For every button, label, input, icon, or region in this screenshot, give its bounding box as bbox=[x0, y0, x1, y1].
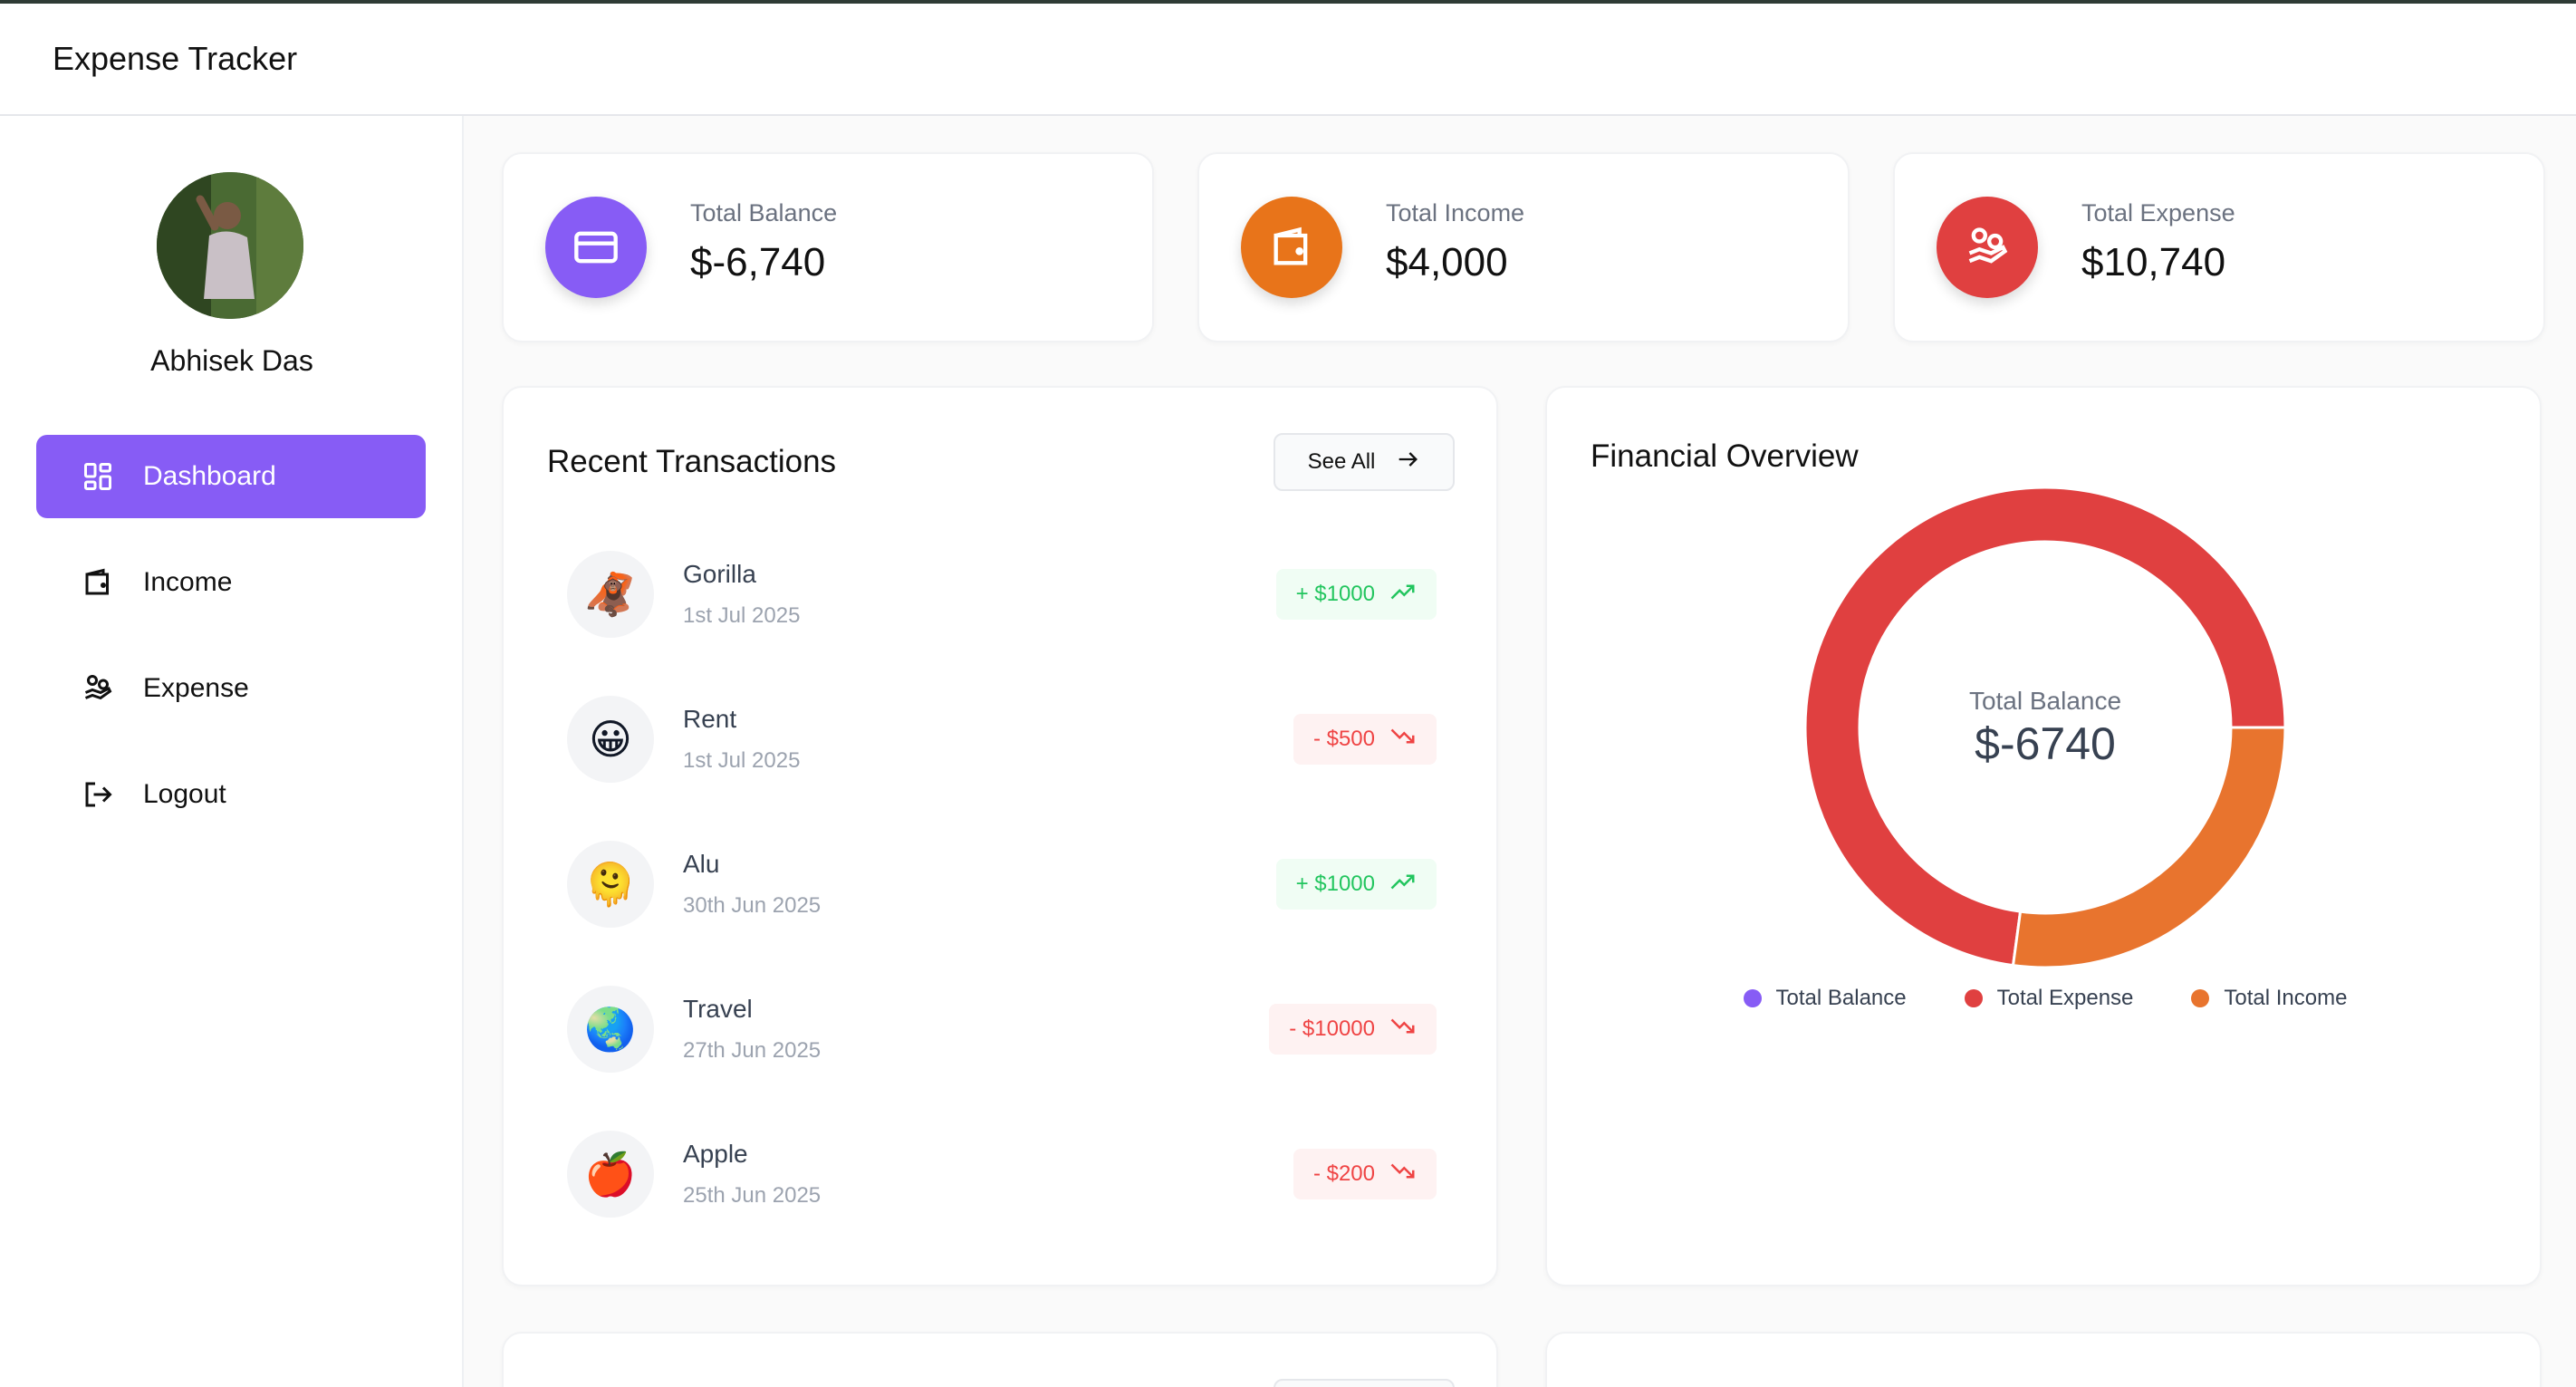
legend-label: Total Income bbox=[2224, 986, 2348, 1010]
stat-value: $-6,740 bbox=[690, 240, 826, 284]
stat-label: Total Balance bbox=[690, 199, 838, 226]
transaction-date: 30th Jun 2025 bbox=[683, 893, 822, 918]
transaction-amount: + $1000 bbox=[1275, 859, 1437, 910]
trending-down-icon bbox=[1389, 1013, 1417, 1046]
financial-overview-card: Financial Overview Total Balance $-6740 … bbox=[1545, 386, 2542, 1286]
transaction-name: Travel bbox=[683, 995, 753, 1023]
hand-coins-icon bbox=[80, 670, 116, 707]
sidebar-item-income[interactable]: Income bbox=[36, 541, 426, 624]
amount-text: - $200 bbox=[1312, 1161, 1375, 1186]
sidebar-item-dashboard[interactable]: Dashboard bbox=[36, 435, 426, 518]
trending-down-icon bbox=[1389, 1158, 1417, 1191]
trending-up-icon bbox=[1389, 868, 1417, 901]
wallet-icon bbox=[80, 564, 116, 601]
legend-item[interactable]: Total Expense bbox=[1964, 986, 2134, 1011]
amount-text: - $10000 bbox=[1289, 1016, 1375, 1041]
transaction-amount: - $500 bbox=[1293, 714, 1437, 765]
chart-legend: Total Balance Total Expense Total Income bbox=[1547, 986, 2543, 1011]
stat-card-total-expense: Total Expense $10,740 bbox=[1893, 152, 2545, 342]
transaction-amount: - $10000 bbox=[1269, 1004, 1437, 1055]
see-all-button[interactable]: See All bbox=[1274, 433, 1455, 491]
trending-up-icon bbox=[1389, 578, 1417, 612]
app-header: Expense Tracker bbox=[0, 4, 2576, 116]
sidebar-item-label: Dashboard bbox=[143, 461, 276, 491]
transactions-list: 🦧 Gorilla 1st Jul 2025 + $1000 😀 Rent 1s… bbox=[567, 551, 1437, 1276]
list-item[interactable]: 🫠 Alu 30th Jun 2025 + $1000 bbox=[567, 841, 1437, 986]
bottom-card-right bbox=[1545, 1332, 2542, 1387]
legend-item[interactable]: Total Balance bbox=[1743, 986, 1907, 1011]
user-name: Abhisek Das bbox=[150, 344, 313, 377]
legend-dot-icon bbox=[2191, 989, 2210, 1007]
list-item[interactable]: 🌏 Travel 27th Jun 2025 - $10000 bbox=[567, 986, 1437, 1131]
legend-dot-icon bbox=[1964, 989, 1983, 1007]
donut-chart: Total Balance $-6740 bbox=[1805, 487, 2285, 968]
see-all-label: See All bbox=[1307, 449, 1376, 474]
list-item[interactable]: 😀 Rent 1st Jul 2025 - $500 bbox=[567, 696, 1437, 841]
sidebar-item-label: Income bbox=[143, 567, 233, 597]
transaction-emoji-icon: 🍎 bbox=[567, 1131, 654, 1218]
amount-text: + $1000 bbox=[1295, 582, 1375, 606]
transaction-date: 27th Jun 2025 bbox=[683, 1038, 822, 1063]
transaction-name: Apple bbox=[683, 1140, 748, 1168]
transaction-date: 1st Jul 2025 bbox=[683, 603, 801, 628]
donut-center-value: $-6740 bbox=[1975, 718, 2116, 769]
stat-label: Total Income bbox=[1386, 199, 1525, 226]
trending-down-icon bbox=[1389, 723, 1417, 756]
sidebar-item-label: Expense bbox=[143, 673, 249, 703]
amount-text: - $500 bbox=[1312, 727, 1375, 751]
app-title: Expense Tracker bbox=[53, 40, 298, 77]
stat-card-total-balance: Total Balance $-6,740 bbox=[502, 152, 1154, 342]
transaction-amount: - $200 bbox=[1293, 1149, 1437, 1199]
transaction-name: Gorilla bbox=[683, 560, 756, 588]
recent-transactions-card: Recent Transactions See All 🦧 Gorilla 1s… bbox=[502, 386, 1498, 1286]
stat-card-total-income: Total Income $4,000 bbox=[1197, 152, 1850, 342]
stat-value: $10,740 bbox=[2081, 240, 2226, 284]
legend-label: Total Balance bbox=[1775, 986, 1907, 1010]
amount-text: + $1000 bbox=[1295, 872, 1375, 896]
bottom-card-left bbox=[502, 1332, 1498, 1387]
transaction-name: Alu bbox=[683, 850, 720, 878]
wallet-icon bbox=[1241, 197, 1342, 298]
sidebar-item-expense[interactable]: Expense bbox=[36, 647, 426, 730]
dashboard-grid-icon bbox=[80, 458, 116, 495]
legend-dot-icon bbox=[1743, 989, 1762, 1007]
list-item[interactable]: 🦧 Gorilla 1st Jul 2025 + $1000 bbox=[567, 551, 1437, 696]
card-title: Financial Overview bbox=[1591, 438, 1859, 474]
avatar bbox=[157, 172, 303, 319]
card-action-button[interactable] bbox=[1274, 1379, 1455, 1387]
sidebar-item-label: Logout bbox=[143, 779, 226, 809]
logout-icon bbox=[80, 776, 116, 813]
transaction-emoji-icon: 😀 bbox=[567, 696, 654, 783]
stat-value: $4,000 bbox=[1386, 240, 1508, 284]
transaction-amount: + $1000 bbox=[1275, 569, 1437, 620]
transaction-name: Rent bbox=[683, 705, 737, 733]
credit-card-icon bbox=[545, 197, 647, 298]
transaction-date: 1st Jul 2025 bbox=[683, 748, 801, 773]
list-item[interactable]: 🍎 Apple 25th Jun 2025 - $200 bbox=[567, 1131, 1437, 1276]
legend-label: Total Expense bbox=[1996, 986, 2134, 1010]
main-content: Total Balance $-6,740 Total Income $4,00… bbox=[464, 116, 2576, 1387]
sidebar: Abhisek Das Dashboard Income Expense Log… bbox=[0, 116, 464, 1387]
transaction-emoji-icon: 🫠 bbox=[567, 841, 654, 928]
card-title: Recent Transactions bbox=[547, 444, 837, 479]
donut-center-label: Total Balance bbox=[1969, 687, 2121, 715]
sidebar-menu: Dashboard Income Expense Logout bbox=[36, 435, 426, 859]
hand-coins-icon bbox=[1937, 197, 2038, 298]
transaction-emoji-icon: 🌏 bbox=[567, 986, 654, 1073]
stat-label: Total Expense bbox=[2081, 199, 2235, 226]
transaction-date: 25th Jun 2025 bbox=[683, 1183, 822, 1208]
legend-item[interactable]: Total Income bbox=[2191, 986, 2347, 1011]
transaction-emoji-icon: 🦧 bbox=[567, 551, 654, 638]
sidebar-item-logout[interactable]: Logout bbox=[36, 753, 426, 836]
arrow-right-icon bbox=[1395, 447, 1420, 478]
